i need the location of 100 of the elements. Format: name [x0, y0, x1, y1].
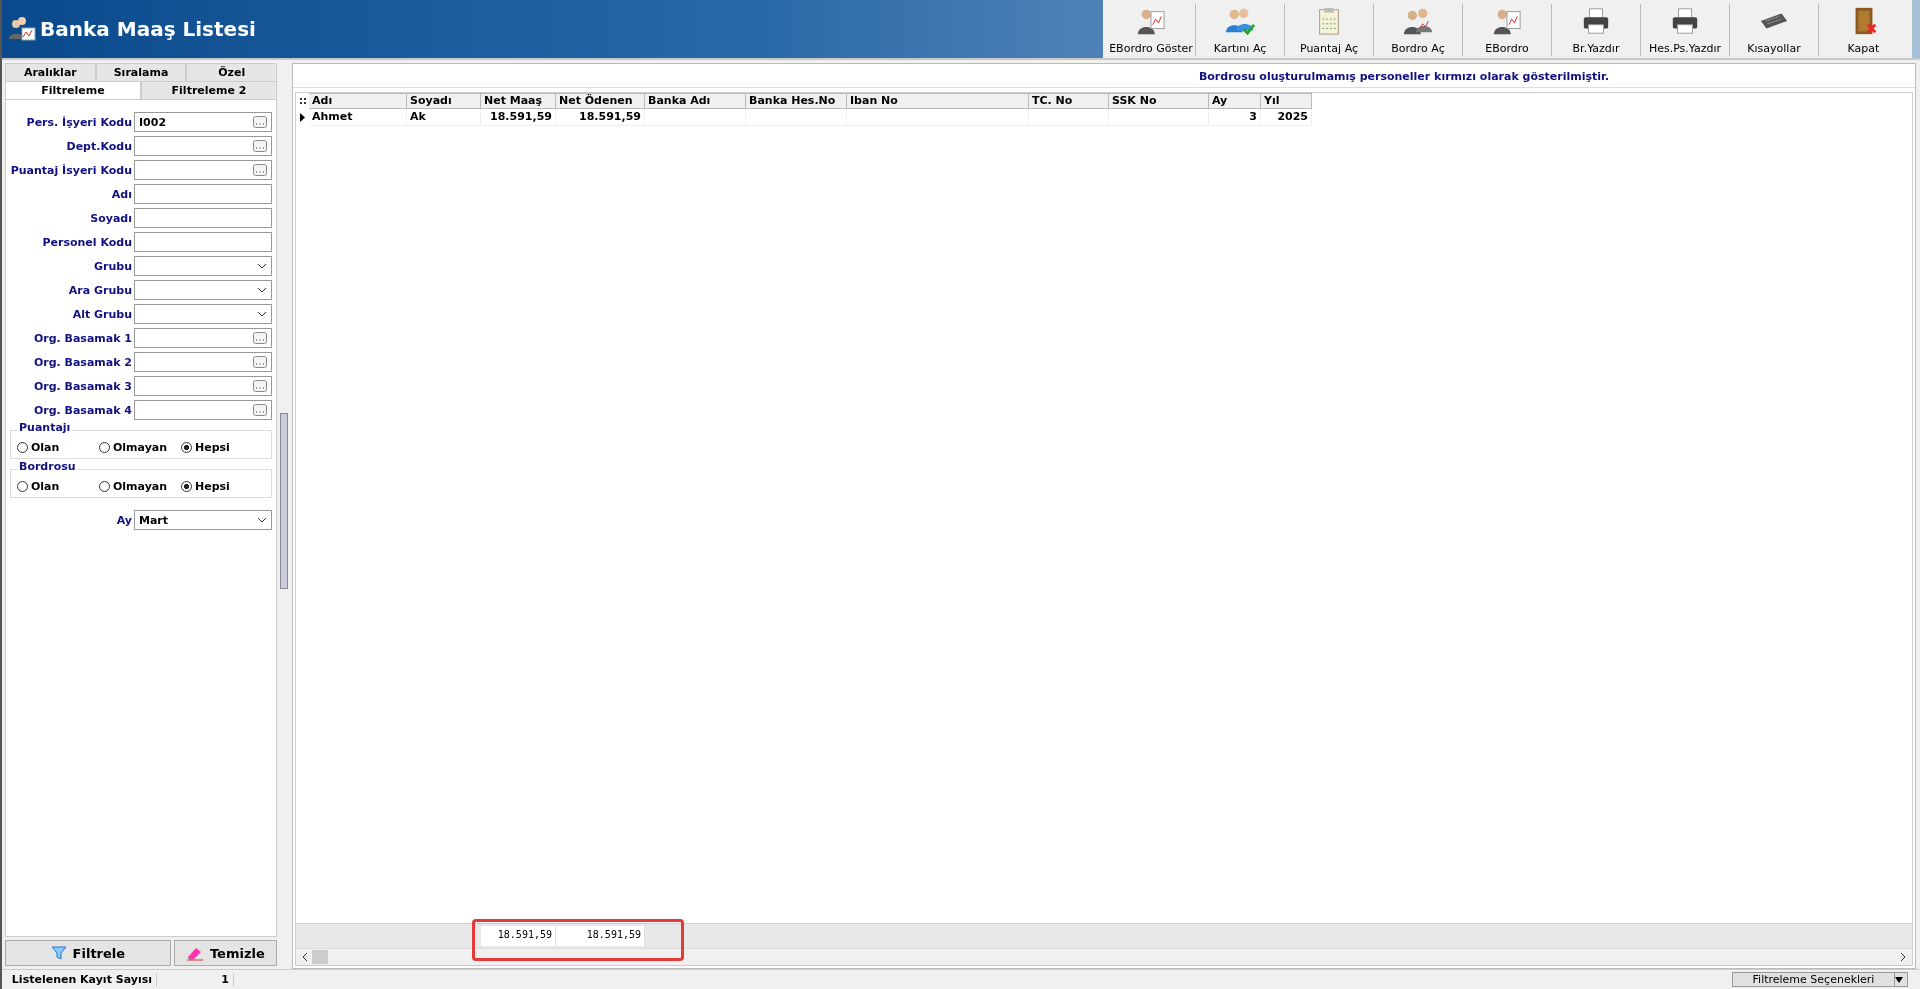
- action-button[interactable]: Temizle: [173, 940, 277, 966]
- ellipsis-icon: [253, 140, 267, 152]
- input-field[interactable]: [134, 328, 272, 348]
- scrollbar-thumb[interactable]: [312, 950, 328, 964]
- ellipsis-icon: [253, 332, 267, 344]
- printer-icon: [1670, 6, 1700, 36]
- field-label: Adı: [110, 187, 133, 201]
- radio-button[interactable]: [99, 481, 110, 492]
- toolbar-button[interactable]: EBordro: [1463, 4, 1552, 56]
- field-label: Alt Grubu: [71, 307, 133, 321]
- field-label: Personel Kodu: [41, 235, 133, 249]
- radio-option[interactable]: Hepsi: [181, 441, 263, 454]
- field-label: Grubu: [93, 259, 133, 273]
- row-pointer-icon: [300, 113, 305, 122]
- input-field[interactable]: [134, 160, 272, 180]
- radio-option[interactable]: Olan: [17, 441, 99, 454]
- window-title: Banka Maaş Listesi: [40, 17, 256, 41]
- column-header[interactable]: Banka Hes.No: [746, 93, 847, 109]
- filter-icon: [50, 945, 67, 961]
- status-label: Listelenen Kayıt Sayısı: [2, 973, 157, 986]
- tab[interactable]: Özel: [186, 63, 277, 81]
- ellipsis-icon: [253, 404, 267, 416]
- horizontal-scrollbar[interactable]: [296, 948, 1912, 965]
- field-label: Org. Basamak 4: [32, 403, 133, 417]
- radio-option[interactable]: Hepsi: [181, 480, 263, 493]
- field-label: Org. Basamak 1: [32, 331, 133, 345]
- column-header[interactable]: Soyadı: [407, 93, 481, 109]
- input-field[interactable]: [134, 184, 272, 204]
- people-chart-icon: [8, 15, 36, 43]
- tab[interactable]: Filtreleme 2: [141, 81, 277, 99]
- tab[interactable]: Sıralama: [95, 63, 187, 81]
- chevron-down-icon: [257, 311, 267, 317]
- column-header[interactable]: Ay: [1209, 93, 1261, 109]
- dropdown-field[interactable]: [134, 280, 272, 300]
- field-label: Org. Basamak 2: [32, 355, 133, 369]
- chevron-down-icon: [257, 263, 267, 269]
- record-count: 1: [157, 973, 234, 986]
- toolbar-button[interactable]: Kapat: [1819, 4, 1908, 56]
- caret-down-icon: [1895, 976, 1903, 983]
- column-header[interactable]: Adı: [309, 93, 407, 109]
- field-label: Org. Basamak 3: [32, 379, 133, 393]
- column-header[interactable]: Net Ödenen: [556, 93, 645, 109]
- total-cell: 18.591,59: [481, 926, 556, 946]
- tab[interactable]: Aralıklar: [5, 63, 96, 81]
- chevron-down-icon: [257, 287, 267, 293]
- person-check-icon: [1225, 6, 1255, 36]
- table-cell: 2025: [1261, 109, 1312, 126]
- column-header[interactable]: SSK No: [1109, 93, 1209, 109]
- toolbar-button[interactable]: EBordro Göster: [1107, 4, 1196, 56]
- dropdown-field[interactable]: [134, 256, 272, 276]
- splitter-handle[interactable]: [280, 413, 288, 589]
- info-message: Bordrosu oluşturulmamış personeller kırmızı olarak gösterilmiştir.: [293, 64, 1915, 88]
- field-label: Puantaj İsyeri Kodu: [10, 163, 133, 177]
- printer-icon: [1581, 6, 1611, 36]
- radio-option[interactable]: Olan: [17, 480, 99, 493]
- table-cell: 18.591,59: [556, 109, 645, 126]
- tab[interactable]: Filtreleme: [5, 81, 141, 99]
- radio-button[interactable]: [17, 442, 28, 453]
- radio-button[interactable]: [181, 481, 192, 492]
- action-button[interactable]: Filtrele: [5, 940, 171, 966]
- chevron-right-icon: [1900, 952, 1906, 962]
- column-header[interactable]: Net Maaş: [481, 93, 556, 109]
- input-field[interactable]: [134, 232, 272, 252]
- radio-button[interactable]: [17, 481, 28, 492]
- radio-button[interactable]: [99, 442, 110, 453]
- group-title: Puantajı: [17, 421, 73, 434]
- toolbar-button[interactable]: Puantaj Aç: [1285, 4, 1374, 56]
- toolbar-button[interactable]: Bordro Aç: [1374, 4, 1463, 56]
- eraser-icon: [185, 945, 204, 961]
- chevron-down-icon: [257, 517, 267, 523]
- table-cell: 18.591,59: [481, 109, 556, 126]
- input-field[interactable]: [134, 136, 272, 156]
- toolbar-button[interactable]: Kısayollar: [1730, 4, 1819, 56]
- input-field[interactable]: [134, 400, 272, 420]
- radio-option[interactable]: Olmayan: [99, 441, 181, 454]
- dropdown-field[interactable]: Mart: [134, 510, 272, 530]
- toolbar-button[interactable]: Hes.Ps.Yazdır: [1641, 4, 1730, 56]
- toolbar-button[interactable]: Br.Yazdır: [1552, 4, 1641, 56]
- radio-button[interactable]: [181, 442, 192, 453]
- column-header[interactable]: Banka Adı: [645, 93, 746, 109]
- input-field[interactable]: [134, 376, 272, 396]
- input-field[interactable]: [134, 208, 272, 228]
- field-label: Dept.Kodu: [65, 139, 133, 153]
- column-header[interactable]: Yıl: [1261, 93, 1312, 109]
- input-field[interactable]: [134, 352, 272, 372]
- column-header[interactable]: TC. No: [1029, 93, 1109, 109]
- field-label: Pers. İşyeri Kodu: [25, 115, 133, 129]
- input-field[interactable]: I002: [134, 112, 272, 132]
- radio-option[interactable]: Olmayan: [99, 480, 181, 493]
- field-label: Soyadı: [89, 211, 133, 225]
- total-cell: 18.591,59: [556, 926, 645, 946]
- table-cell: Ak: [407, 109, 481, 126]
- group-title: Bordrosu: [17, 460, 78, 473]
- column-header[interactable]: Iban No: [847, 93, 1029, 109]
- field-label: Ay: [115, 513, 133, 527]
- field-label: Ara Grubu: [67, 283, 133, 297]
- dropdown-field[interactable]: [134, 304, 272, 324]
- options-dropdown-button[interactable]: Filtreleme Seçenekleri: [1732, 972, 1908, 987]
- ellipsis-icon: [253, 116, 267, 128]
- toolbar-button[interactable]: Kartını Aç: [1196, 4, 1285, 56]
